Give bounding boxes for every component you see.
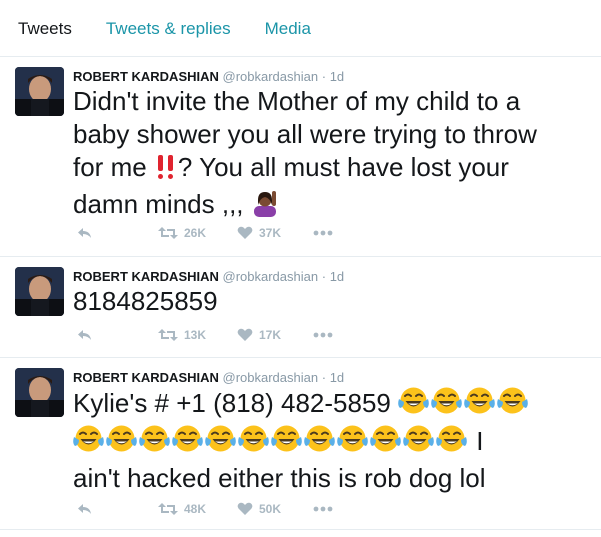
- avatar[interactable]: [15, 368, 64, 417]
- tears-of-joy-emoji: [398, 386, 429, 424]
- heart-icon: [237, 226, 253, 239]
- reply-icon: [78, 228, 91, 238]
- tweet-text: 8184825859: [73, 285, 591, 318]
- like-button[interactable]: 50K: [237, 499, 281, 519]
- avatar[interactable]: [15, 67, 64, 116]
- tweet-text-line: ain't hacked either this is rob dog lol: [73, 463, 486, 493]
- tweet-text-line: damn minds ,,,: [73, 188, 591, 225]
- tears-of-joy-emoji: [370, 424, 401, 462]
- like-button[interactable]: 37K: [237, 223, 281, 243]
- heart-icon: [237, 328, 253, 341]
- tweet-header: ROBERT KARDASHIAN @robkardashian · 1d: [73, 69, 591, 84]
- like-count: 50K: [259, 502, 282, 516]
- tears-of-joy-emoji: [464, 386, 495, 424]
- retweet-button[interactable]: 13K: [158, 325, 206, 345]
- separator: ·: [321, 370, 327, 385]
- tab-tweets[interactable]: Tweets: [18, 0, 72, 57]
- tears-of-joy-emoji: [337, 424, 368, 462]
- tweet-content: ROBERT KARDASHIAN @robkardashian · 1d Di…: [73, 57, 591, 225]
- tears-of-joy-emoji: [497, 386, 528, 424]
- tweet-text: Kylie's # +1 (818) 482-5859 I ain't hack…: [73, 386, 591, 495]
- reply-button[interactable]: [77, 499, 93, 519]
- retweet-count: 26K: [184, 226, 207, 240]
- timestamp[interactable]: 1d: [330, 370, 344, 385]
- avatar[interactable]: [15, 267, 64, 316]
- author-name[interactable]: ROBERT KARDASHIAN: [73, 370, 219, 385]
- tweet-header: ROBERT KARDASHIAN @robkardashian · 1d: [73, 269, 591, 284]
- tab-tweets-replies[interactable]: Tweets & replies: [106, 0, 231, 57]
- like-button[interactable]: 17K: [237, 325, 281, 345]
- tears-of-joy-emoji: [106, 424, 137, 462]
- tears-of-joy-emoji: [304, 424, 335, 462]
- tears-of-joy-emoji: [431, 386, 462, 424]
- emoji-row: [398, 387, 530, 418]
- tweet-text-fragment: for me: [73, 152, 147, 182]
- more-button[interactable]: [313, 325, 333, 345]
- more-button[interactable]: [313, 499, 333, 519]
- tears-of-joy-emoji: [238, 424, 269, 462]
- retweet-icon: [158, 329, 178, 341]
- more-icon: [313, 230, 333, 236]
- avatar-image: [15, 267, 64, 316]
- separator: ·: [321, 269, 327, 284]
- retweet-count: 13K: [184, 328, 207, 342]
- more-button[interactable]: [313, 223, 333, 243]
- author-name[interactable]: ROBERT KARDASHIAN: [73, 69, 219, 84]
- retweet-button[interactable]: 26K: [158, 223, 206, 243]
- tweet-text-line: I: [73, 424, 591, 462]
- tears-of-joy-emoji: [403, 424, 434, 462]
- double-exclamation-emoji: [154, 154, 178, 188]
- timestamp[interactable]: 1d: [330, 269, 344, 284]
- tweet-text-fragment: I: [476, 426, 484, 456]
- more-icon: [313, 332, 333, 338]
- tweet-text-line: for me ? You all must have lost your: [73, 151, 591, 188]
- tweet-text-line: Kylie's # +1 (818) 482-5859: [73, 386, 591, 424]
- retweet-button[interactable]: 48K: [158, 499, 206, 519]
- tweet-text-line: 8184825859: [73, 286, 218, 316]
- tears-of-joy-emoji: [172, 424, 203, 462]
- author-handle[interactable]: @robkardashian: [223, 69, 319, 84]
- like-count: 17K: [259, 328, 282, 342]
- profile-tabs: Tweets Tweets & replies Media: [0, 0, 601, 57]
- like-count: 37K: [259, 226, 282, 240]
- tweet-header: ROBERT KARDASHIAN @robkardashian · 1d: [73, 370, 591, 385]
- tweet-item[interactable]: ROBERT KARDASHIAN @robkardashian · 1d 81…: [0, 257, 601, 358]
- retweet-count: 48K: [184, 502, 207, 516]
- reply-icon: [78, 504, 91, 514]
- tears-of-joy-emoji: [271, 424, 302, 462]
- tweet-content: ROBERT KARDASHIAN @robkardashian · 1d Ky…: [73, 358, 591, 495]
- author-handle[interactable]: @robkardashian: [223, 269, 319, 284]
- reply-icon: [78, 330, 91, 340]
- avatar-image: [15, 368, 64, 417]
- woman-raising-hand-emoji: [251, 189, 279, 225]
- tears-of-joy-emoji: [139, 424, 170, 462]
- tears-of-joy-emoji: [436, 424, 467, 462]
- tweet-content: ROBERT KARDASHIAN @robkardashian · 1d 81…: [73, 257, 591, 318]
- separator: ·: [321, 69, 327, 84]
- reply-button[interactable]: [77, 325, 93, 345]
- reply-button[interactable]: [77, 223, 93, 243]
- tears-of-joy-emoji: [205, 424, 236, 462]
- tweet-text-fragment: damn minds ,,,: [73, 189, 244, 219]
- tab-media[interactable]: Media: [265, 0, 311, 57]
- tweet-item[interactable]: ROBERT KARDASHIAN @robkardashian · 1d Ky…: [0, 358, 601, 530]
- tweet-text-line: baby shower you all were trying to throw: [73, 119, 537, 149]
- timestamp[interactable]: 1d: [330, 69, 344, 84]
- author-handle[interactable]: @robkardashian: [223, 370, 319, 385]
- retweet-icon: [158, 227, 178, 239]
- tweet-text-fragment: Kylie's # +1 (818) 482-5859: [73, 388, 391, 418]
- heart-icon: [237, 502, 253, 515]
- retweet-icon: [158, 503, 178, 515]
- emoji-row: [73, 425, 469, 456]
- tweet-item[interactable]: ROBERT KARDASHIAN @robkardashian · 1d Di…: [0, 57, 601, 257]
- tweet-text: Didn't invite the Mother of my child to …: [73, 85, 591, 225]
- tears-of-joy-emoji: [73, 424, 104, 462]
- avatar-image: [15, 67, 64, 116]
- tweet-text-line: Didn't invite the Mother of my child to …: [73, 86, 521, 116]
- profile-timeline: Tweets Tweets & replies Media ROBERT KAR…: [0, 0, 601, 537]
- author-name[interactable]: ROBERT KARDASHIAN: [73, 269, 219, 284]
- tweet-text-fragment: ? You all must have lost your: [177, 152, 509, 182]
- more-icon: [313, 506, 333, 512]
